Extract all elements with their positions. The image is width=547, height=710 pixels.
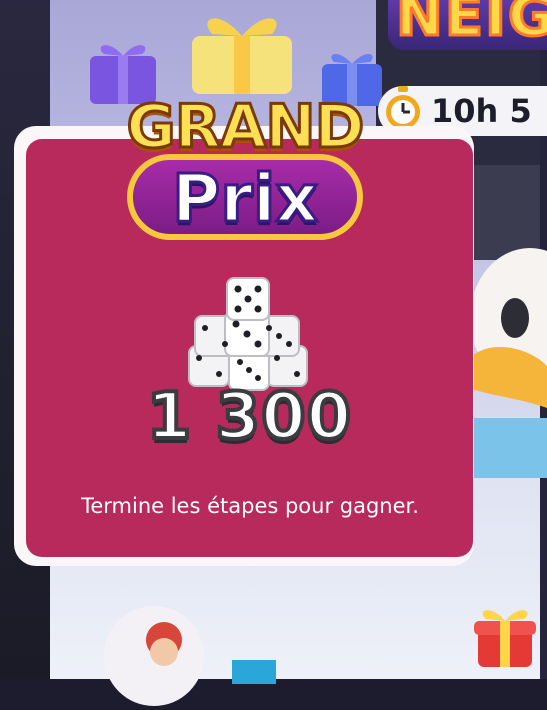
- gift-box-icon[interactable]: [470, 601, 540, 671]
- player-avatar-icon: [146, 622, 182, 666]
- logo-grand-text: GRAND: [125, 91, 366, 164]
- player-avatar-button[interactable]: [104, 606, 204, 706]
- duck-character: [470, 248, 547, 478]
- reward-description: Termine les étapes pour gagner.: [81, 494, 419, 518]
- dice-stack-icon: [188, 277, 308, 391]
- event-title-banner: NEIG: [388, 0, 547, 50]
- background-detail: [232, 660, 276, 684]
- grand-prix-logo: GRAND Prix: [97, 84, 393, 244]
- event-title: NEIG: [395, 0, 547, 50]
- logo-prix-text: Prix: [170, 159, 319, 239]
- reward-amount: 1 300: [145, 378, 353, 456]
- event-timer: 10h 5: [431, 92, 532, 130]
